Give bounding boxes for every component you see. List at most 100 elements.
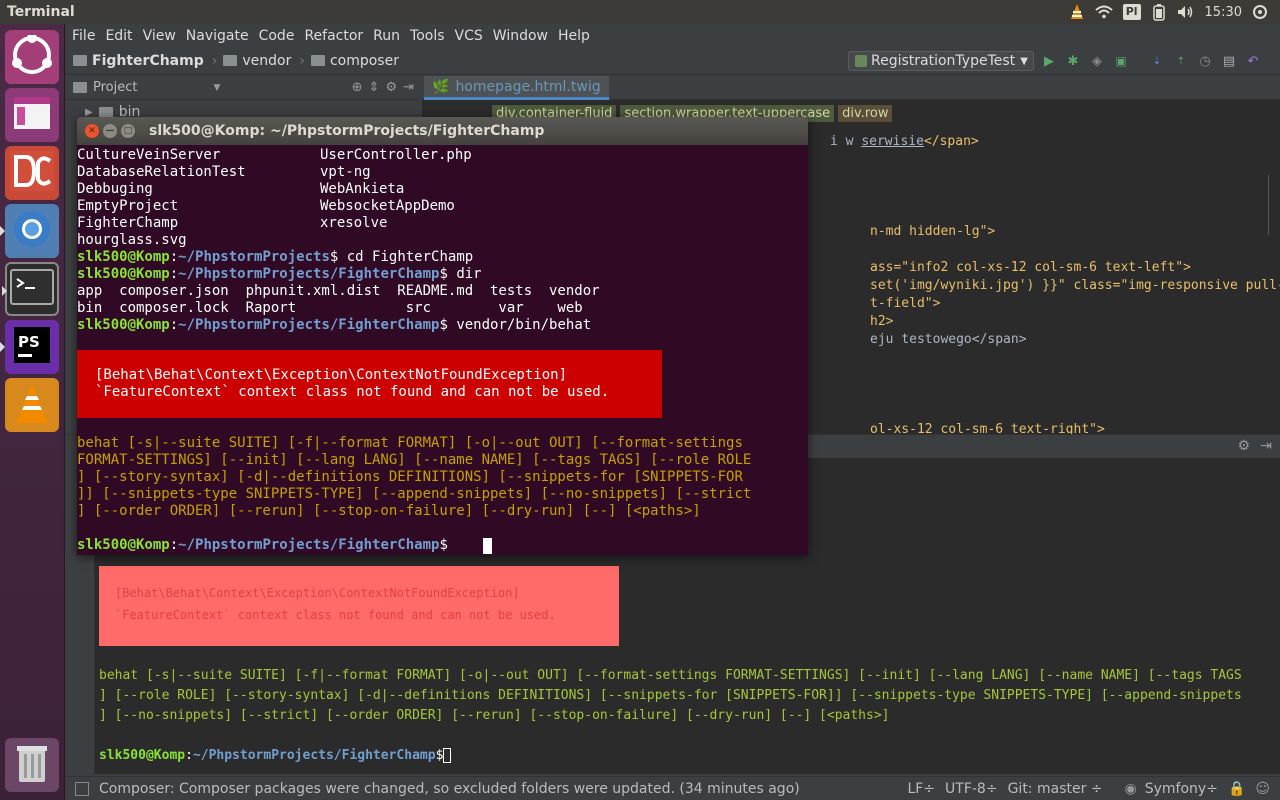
gear-icon[interactable]: ⚙ [385,80,397,95]
run-icon[interactable]: ▶ [1040,52,1058,70]
usage-line: FORMAT-SETTINGS] [--init] [--lang LANG] … [77,452,752,468]
dir-output-row: bin composer.lock Raport src var web [77,300,583,316]
top-panel: Terminal Pl 15:30 [0,0,1280,24]
ls-row: xresolve [320,215,388,231]
error-message-line: `FeatureContext` context class not found… [115,608,556,622]
launcher-item-files[interactable] [5,88,59,142]
ls-row: vpt-ng [320,164,371,180]
power-settings-icon[interactable] [1252,3,1268,21]
hide-panel-icon[interactable]: ⇥ [403,80,420,95]
encoding-indicator[interactable]: UTF-8÷ [945,781,998,797]
launcher-item-vlc[interactable] [5,378,59,432]
error-exception-line: [Behat\Behat\Context\Exception\ContextNo… [95,367,568,383]
ls-row: EmptyProject [77,198,179,214]
dc-icon [10,151,54,195]
compare-icon[interactable]: ▤ [1220,52,1238,70]
collapse-all-icon[interactable]: ⇕ [369,80,380,95]
ubuntu-icon [12,33,52,79]
code-line: eju testowego</span> [870,332,1027,347]
tag-crumb-row[interactable]: div.row [838,105,893,122]
code-line: t-field"> [870,296,941,311]
terminal-error-box: [Behat\Behat\Context\Exception\ContextNo… [77,350,662,418]
ls-row: Debbuging [77,181,153,197]
launcher-item-chromium[interactable] [0,204,59,258]
attach-icon[interactable]: ▣ [1112,52,1130,70]
launcher-item-dc[interactable] [5,146,59,200]
folder-icon [98,106,113,118]
vlc-tray-icon[interactable] [1069,3,1085,21]
history-icon[interactable]: ◷ [1196,52,1214,70]
ls-row: hourglass.svg [77,232,187,248]
hide-panel-icon[interactable]: ⇥ [1260,438,1272,454]
window-icon [12,95,52,135]
prompt-line: slk500@Komp:~/PhpstormProjects$ cd Fight… [77,249,474,265]
breadcrumb-composer[interactable]: composer [310,53,399,69]
tool-windows-toggle-icon[interactable] [75,781,89,796]
menu-refactor[interactable]: Refactor [301,28,370,44]
coverage-icon[interactable]: ◈ [1088,52,1106,70]
clock[interactable]: 15:30 [1205,3,1242,21]
twig-file-icon: 🌿 [432,78,450,95]
folder-icon [223,55,238,66]
menu-window[interactable]: Window [490,28,555,44]
usage-line: ] [--no-snippets] [--strict] [--order OR… [99,708,890,723]
menu-navigate[interactable]: Navigate [183,28,256,44]
keyboard-layout-indicator[interactable]: Pl [1122,4,1141,20]
battery-icon[interactable] [1151,3,1167,21]
menu-edit[interactable]: Edit [102,28,139,44]
vcs-commit-icon[interactable]: ⇡ [1172,52,1190,70]
code-line: ass="info2 col-xs-12 col-sm-6 text-left"… [870,260,1191,275]
lock-icon[interactable]: 🔒 [1228,781,1245,797]
menu-file[interactable]: File [69,28,102,44]
launcher-item-terminal[interactable] [2,262,59,316]
maximize-window-button[interactable]: □ [121,124,135,138]
menu-help[interactable]: Help [555,28,597,44]
menu-run[interactable]: Run [370,28,407,44]
inspector-icon[interactable]: ☺ [1255,781,1270,797]
terminal-content[interactable]: CultureVeinServer UserController.php Dat… [77,145,808,555]
debug-icon[interactable]: ✱ [1064,52,1082,70]
editor-scrollbar[interactable] [1268,175,1278,235]
line-separator-indicator[interactable]: LF÷ [907,781,935,797]
wifi-icon[interactable] [1095,3,1113,21]
close-window-button[interactable]: ✕ [85,124,99,138]
project-tool-header: Project ▼ ⊕ ⇕ ⚙ ⇥ [65,76,420,100]
launcher-item-phpstorm[interactable]: PS [0,320,59,374]
text-cursor [443,748,452,763]
test-config-icon [855,55,867,67]
menu-code[interactable]: Code [256,28,302,44]
minimize-window-button[interactable]: — [103,124,117,138]
svg-text:PS: PS [18,333,40,351]
gear-icon[interactable]: ⚙ [1237,438,1250,454]
ls-row: DatabaseRelationTest [77,164,246,180]
terminal-titlebar[interactable]: ✕ — □ slk500@Komp: ~/PhpstormProjects/Fi… [77,117,808,145]
revert-icon[interactable]: ↶ [1244,52,1262,70]
run-configuration-select[interactable]: RegistrationTypeTest ▼ [848,51,1034,71]
launcher-item-dash[interactable] [5,30,59,84]
chevron-down-icon[interactable]: ▼ [213,83,220,93]
ls-row: UserController.php [320,147,472,163]
menu-tools[interactable]: Tools [407,28,452,44]
folder-icon [73,55,87,66]
breadcrumb-vendor[interactable]: vendor [223,53,291,69]
prompt-line: slk500@Komp:~/PhpstormProjects/FighterCh… [99,748,452,763]
scroll-from-source-icon[interactable]: ⊕ [352,80,363,95]
menu-view[interactable]: View [140,28,183,44]
vcs-update-icon[interactable]: ⇣ [1148,52,1166,70]
ls-row: CultureVeinServer [77,147,221,163]
volume-icon[interactable] [1177,3,1195,21]
launcher-item-trash[interactable] [5,738,59,792]
menu-vcs[interactable]: VCS [452,28,490,44]
active-app-title: Terminal [7,4,75,20]
status-message[interactable]: Composer: Composer packages were changed… [99,781,800,797]
git-branch-indicator[interactable]: Git: master ÷ [1008,781,1103,797]
code-line: n-md hidden-lg"> [870,224,996,239]
breadcrumb-project[interactable]: FighterChamp [73,53,204,69]
folder-icon [310,55,325,66]
terminal-window: ✕ — □ slk500@Komp: ~/PhpstormProjects/Fi… [77,117,808,555]
framework-indicator[interactable]: Symfony÷ [1145,781,1218,797]
tab-homepage-twig[interactable]: 🌿 homepage.html.twig [424,76,609,100]
code-line: i w serwisie</span> [830,134,979,149]
status-bar: Composer: Composer packages were changed… [65,776,1280,800]
prompt-line: slk500@Komp:~/PhpstormProjects/FighterCh… [77,537,457,553]
